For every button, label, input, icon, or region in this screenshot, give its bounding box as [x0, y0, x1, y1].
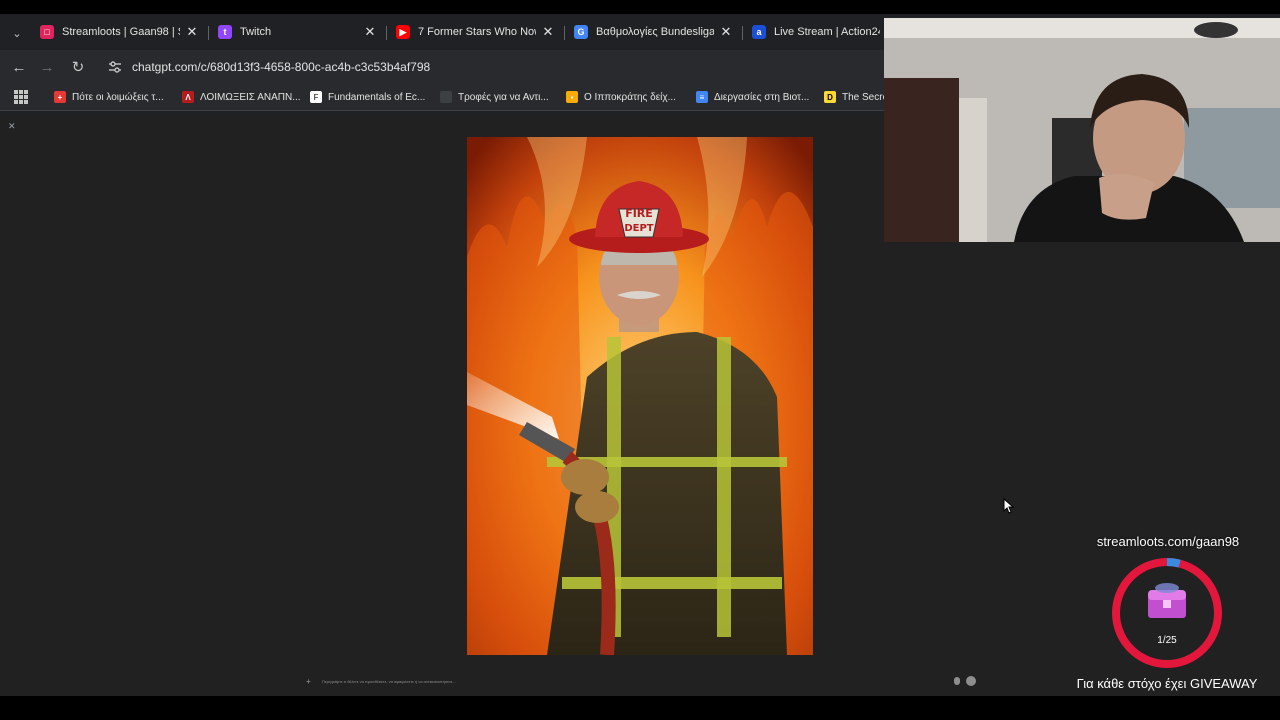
bookmark-label: Fundamentals of Ec... [328, 91, 426, 103]
loot-chest-icon [1148, 583, 1186, 618]
action24-favicon-icon: a [752, 25, 766, 39]
document-icon: F [310, 91, 322, 103]
tab-bundesliga[interactable]: G Βαθμολογίες Bundesliga - ✕ [574, 18, 734, 46]
helmet-text-dept: DEPT [624, 223, 653, 234]
site-info-icon[interactable] [108, 60, 122, 74]
voice-mode-icon[interactable] [966, 676, 976, 686]
close-icon[interactable]: ✕ [540, 24, 556, 40]
tab-search-chevron-icon[interactable]: ⌄ [6, 22, 28, 44]
plus-icon[interactable]: + [306, 677, 316, 686]
forward-arrow-icon[interactable]: → [36, 56, 58, 78]
composer-placeholder: Περιγράψτε τι θέλετε να προσθέσετε, να α… [322, 678, 456, 684]
tab-title: Live Stream | Action24 [774, 26, 880, 38]
microphone-icon[interactable] [954, 677, 960, 685]
swiss-cross-icon: + [54, 91, 66, 103]
bookmark-item[interactable]: Τροφές για να Αντι... [440, 89, 549, 105]
browser-toolbar: ← → ↻ chatgpt.com/c/680d13f3-4658-800c-a… [0, 50, 890, 84]
tab-divider [742, 26, 743, 40]
close-icon[interactable]: ✕ [718, 24, 734, 40]
bookmark-item[interactable]: D The Secre [824, 89, 884, 105]
folder-icon: ▪ [566, 91, 578, 103]
bookmark-item[interactable]: F Fundamentals of Ec... [310, 89, 425, 105]
streamloots-url-text: streamloots.com/gaan98 [1096, 534, 1240, 549]
goal-progress-ring [1110, 556, 1224, 670]
bookmark-item[interactable]: Λ ΛΟΙΜΩΞΕΙΣ ΑΝΑΠΝ... [182, 89, 301, 105]
google-favicon-icon: G [574, 25, 588, 39]
reload-icon[interactable]: ↻ [67, 56, 89, 78]
giveaway-text: Για κάθε στόχο έχει GIVEAWAY [1076, 676, 1258, 691]
tab-action24[interactable]: a Live Stream | Action24 [752, 18, 884, 46]
bookmark-label: The Secre [842, 91, 884, 103]
tab-divider [386, 26, 387, 40]
generated-firefighter-image[interactable]: FIRE DEPT [467, 137, 813, 655]
streamloots-favicon-icon: □ [40, 25, 54, 39]
tab-twitch[interactable]: t Twitch ✕ [218, 18, 378, 46]
apps-grid-icon[interactable] [14, 90, 28, 104]
mouse-pointer-icon [1003, 497, 1015, 514]
goal-counter: 1/25 [1157, 635, 1177, 646]
helmet-text-fire: FIRE [625, 207, 653, 220]
bookmark-item[interactable]: ▪ Ο Ιπποκράτης δείχ... [566, 89, 676, 105]
bookmark-label: Τροφές για να Αντι... [458, 91, 549, 103]
youtube-favicon-icon: ▶ [396, 25, 410, 39]
university-icon: Λ [182, 91, 194, 103]
bookmark-label: Ο Ιπποκράτης δείχ... [584, 91, 676, 103]
close-icon[interactable]: ✕ [8, 121, 16, 132]
d-logo-icon: D [824, 91, 836, 103]
tab-youtube[interactable]: ▶ 7 Former Stars Who Now F ✕ [396, 18, 556, 46]
back-arrow-icon[interactable]: ← [8, 56, 30, 78]
tab-title: Twitch [240, 26, 272, 38]
tab-title: Streamloots | Gaan98 | Sup [62, 26, 180, 38]
tab-strip: ⌄ □ Streamloots | Gaan98 | Sup ✕ t Twitc… [0, 14, 884, 50]
globe-icon [440, 91, 452, 103]
streamer-webcam [884, 18, 1280, 242]
bookmark-item[interactable]: + Πότε οι λοιμώξεις τ... [54, 89, 164, 105]
tab-streamloots[interactable]: □ Streamloots | Gaan98 | Sup ✕ [40, 18, 200, 46]
tab-divider [564, 26, 565, 40]
close-icon[interactable]: ✕ [184, 24, 200, 40]
bookmark-item[interactable]: ≡ Διεργασίες στη Βιοτ... [696, 89, 809, 105]
twitch-favicon-icon: t [218, 25, 232, 39]
bookmark-label: Διεργασίες στη Βιοτ... [714, 91, 810, 103]
bookmark-label: ΛΟΙΜΩΞΕΙΣ ΑΝΑΠΝ... [200, 91, 301, 103]
tab-title: Βαθμολογίες Bundesliga - [596, 26, 714, 38]
bookmarks-bar: + Πότε οι λοιμώξεις τ... Λ ΛΟΙΜΩΞΕΙΣ ΑΝΑ… [0, 84, 884, 111]
bookmark-label: Πότε οι λοιμώξεις τ... [72, 91, 164, 103]
tab-title: 7 Former Stars Who Now F [418, 26, 536, 38]
address-bar[interactable]: chatgpt.com/c/680d13f3-4658-800c-ac4b-c3… [100, 54, 890, 80]
chat-composer[interactable]: + Περιγράψτε τι θέλετε να προσθέσετε, να… [302, 675, 978, 687]
url-text: chatgpt.com/c/680d13f3-4658-800c-ac4b-c3… [132, 60, 431, 74]
docs-icon: ≡ [696, 91, 708, 103]
tab-divider [208, 26, 209, 40]
close-icon[interactable]: ✕ [362, 24, 378, 40]
